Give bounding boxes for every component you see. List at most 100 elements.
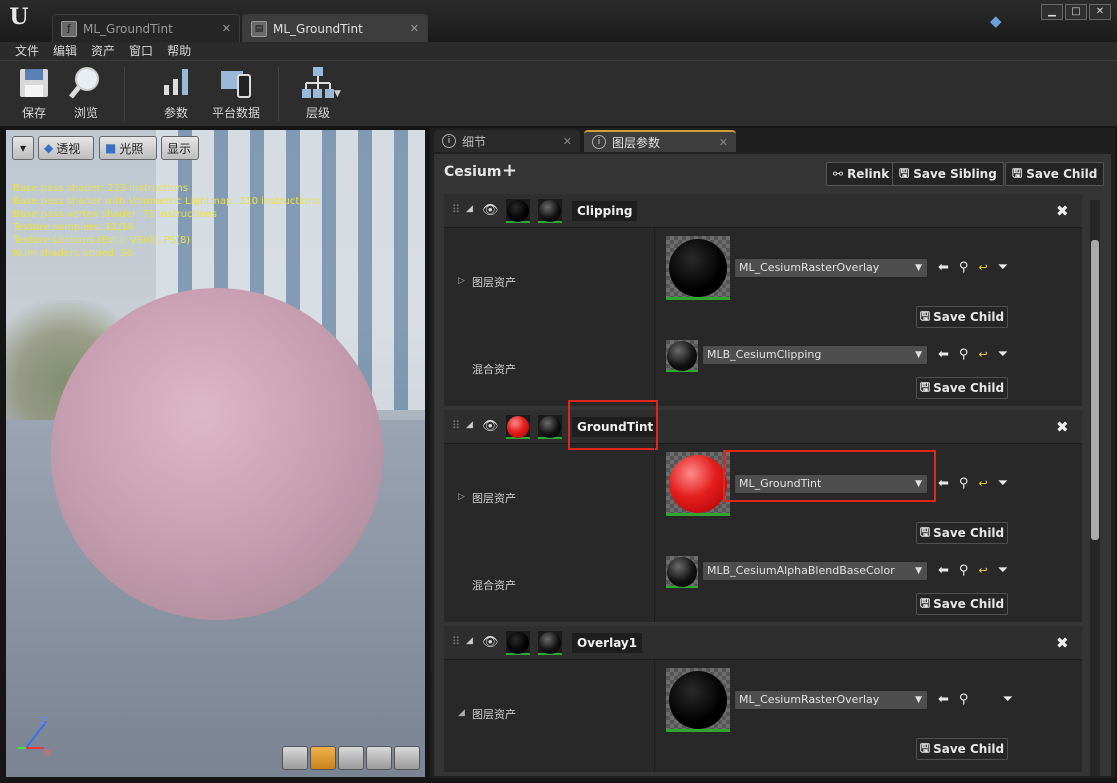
close-icon[interactable]: ✕ [563, 135, 572, 148]
platform-devices-icon [221, 71, 251, 98]
chevron-down-icon[interactable]: ▼ [334, 89, 341, 99]
close-icon[interactable]: ✕ [410, 22, 419, 35]
collapse-arrow-icon[interactable]: ◢ [466, 420, 473, 430]
drag-handle-icon[interactable]: ⠿ [452, 419, 460, 432]
doc-tab-material-layer[interactable]: ▤ ML_GroundTint ✕ [242, 14, 428, 42]
drag-handle-icon[interactable]: ⠿ [452, 203, 460, 216]
blend-asset-label: 混合资产 [472, 363, 516, 376]
visibility-eye-icon[interactable]: 👁 [482, 203, 499, 218]
save-child-button[interactable]: 🖫 Save Child [916, 377, 1008, 399]
save-sibling-button[interactable]: 🖫 Save Sibling [892, 162, 1004, 186]
layer-asset-thumbnail[interactable] [666, 668, 730, 732]
save-child-button[interactable]: 🖫 Save Child [1005, 162, 1105, 186]
save-button[interactable]: 保存 [14, 65, 54, 125]
lit-mode-button[interactable]: ■ 光照 [99, 136, 157, 160]
menu-file[interactable]: 文件 [8, 42, 46, 60]
visibility-eye-icon[interactable]: 👁 [482, 635, 499, 650]
filter-icon[interactable]: ⏷ [998, 476, 1008, 491]
layer-asset-thumbnail[interactable] [666, 236, 730, 300]
drag-handle-icon[interactable]: ⠿ [452, 635, 460, 648]
menu-asset[interactable]: 资产 [84, 42, 122, 60]
layer-groundtint: ⠿ ◢ 👁 GroundTint ✖ ▷ 图层资产 混合资产 ML_Ground… [444, 400, 1082, 622]
relink-button[interactable]: ⚯ Relink [826, 162, 897, 186]
collapse-arrow-icon[interactable]: ◢ [466, 204, 473, 214]
viewport-options-button[interactable]: ▾ [12, 136, 34, 160]
blend-asset-thumbnail[interactable] [666, 340, 698, 372]
remove-layer-icon[interactable]: ✖ [1056, 418, 1069, 436]
filter-icon[interactable]: ⏷ [998, 563, 1008, 578]
platform-data-button[interactable]: 平台数据 [208, 65, 264, 125]
use-selected-arrow-icon[interactable]: ⬅ [938, 260, 949, 275]
blend-asset-combo[interactable]: MLB_CesiumAlphaBlendBaseColor ▼ [702, 561, 928, 581]
remove-layer-icon[interactable]: ✖ [1056, 634, 1069, 652]
blend-asset-combo[interactable]: MLB_CesiumClipping ▼ [702, 345, 928, 365]
browse-search-icon[interactable]: ⚲ [959, 563, 969, 578]
browse-search-icon[interactable]: ⚲ [959, 347, 969, 362]
plane-preview-button[interactable] [338, 746, 364, 770]
reset-to-default-icon[interactable]: ↩ [978, 348, 987, 361]
tab-details[interactable]: i 细节 ✕ [434, 130, 580, 152]
filter-icon[interactable]: ⏷ [998, 347, 1008, 362]
cube-preview-button[interactable] [366, 746, 392, 770]
collapse-arrow-icon[interactable]: ◢ [466, 636, 473, 646]
minimize-button[interactable]: ▁ [1041, 4, 1063, 20]
scrollbar-thumb[interactable] [1091, 240, 1099, 540]
doc-tab-material-function[interactable]: ƒ ML_GroundTint ✕ [52, 14, 240, 42]
vertical-scrollbar[interactable] [1090, 200, 1100, 776]
reset-to-default-icon[interactable]: ↩ [978, 261, 987, 274]
add-layer-button[interactable]: + [502, 160, 517, 181]
expand-arrow-icon[interactable]: ▷ [458, 276, 465, 286]
reset-to-default-icon[interactable]: ↩ [978, 477, 987, 490]
close-window-button[interactable]: ✕ [1089, 4, 1111, 20]
combo-value: MLB_CesiumClipping [707, 348, 822, 361]
toolbar: 保存 浏览 参数 平台数据 层级 ▼ [0, 60, 1117, 126]
perspective-button[interactable]: ◆ 透视 [38, 136, 94, 160]
filter-icon[interactable]: ⏷ [998, 260, 1008, 275]
visibility-eye-icon[interactable]: 👁 [482, 419, 499, 434]
layer-name[interactable]: Clipping [572, 201, 638, 221]
parameters-button[interactable]: 参数 [156, 65, 196, 125]
save-icon: 🖫 [919, 524, 931, 539]
browse-label: 浏览 [73, 106, 98, 120]
reset-to-default-icon[interactable]: ↩ [978, 564, 987, 577]
remove-layer-icon[interactable]: ✖ [1056, 202, 1069, 220]
teapot-preview-button[interactable] [394, 746, 420, 770]
browse-search-icon[interactable]: ⚲ [959, 260, 969, 275]
title-bar: U ƒ ML_GroundTint ✕ ▤ ML_GroundTint ✕ ◆ … [0, 0, 1117, 42]
shader-stats: Base pass shader: 223 instructions Base p… [13, 182, 320, 260]
expand-arrow-icon[interactable]: ▷ [458, 492, 465, 502]
chevron-down-icon: ▼ [915, 695, 922, 705]
tab-layer-parameters[interactable]: i 图层参数 ✕ [584, 130, 736, 152]
collapse-arrow-icon[interactable]: ◢ [458, 708, 465, 718]
menu-edit[interactable]: 编辑 [46, 42, 84, 60]
help-icon[interactable]: ◆ [990, 12, 1008, 30]
use-selected-arrow-icon[interactable]: ⬅ [938, 692, 949, 707]
layer-name[interactable]: Overlay1 [572, 633, 643, 653]
cylinder-preview-button[interactable] [282, 746, 308, 770]
maximize-button[interactable]: □ [1065, 4, 1087, 20]
material-preview-viewport[interactable]: ▾ ◆ 透视 ■ 光照 显示 Base pass shader: 223 instr… [6, 130, 425, 777]
axis-x-label: X [44, 748, 51, 758]
sphere-preview-button[interactable] [310, 746, 336, 770]
save-child-button[interactable]: 🖫 Save Child [916, 593, 1008, 615]
browse-search-icon[interactable]: ⚲ [959, 692, 969, 707]
menu-window[interactable]: 窗口 [122, 42, 160, 60]
use-selected-arrow-icon[interactable]: ⬅ [938, 347, 949, 362]
layer-asset-combo[interactable]: ML_CesiumRasterOverlay ▼ [734, 258, 928, 278]
save-child-button[interactable]: 🖫 Save Child [916, 738, 1008, 760]
blend-asset-thumbnail[interactable] [666, 556, 698, 588]
layer-asset-thumbnail[interactable] [666, 452, 730, 516]
save-child-button[interactable]: 🖫 Save Child [916, 306, 1008, 328]
filter-icon[interactable]: ⏷ [1002, 692, 1012, 707]
preview-sphere [51, 288, 383, 620]
layer-asset-combo[interactable]: ML_CesiumRasterOverlay ▼ [734, 690, 928, 710]
menu-help[interactable]: 帮助 [160, 42, 198, 60]
use-selected-arrow-icon[interactable]: ⬅ [938, 563, 949, 578]
browse-search-icon[interactable]: ⚲ [959, 476, 969, 491]
use-selected-arrow-icon[interactable]: ⬅ [938, 476, 949, 491]
browse-button[interactable]: 浏览 [64, 65, 108, 125]
show-button[interactable]: 显示 [161, 136, 199, 160]
close-icon[interactable]: ✕ [222, 22, 231, 35]
close-icon[interactable]: ✕ [719, 136, 728, 149]
save-child-button[interactable]: 🖫 Save Child [916, 522, 1008, 544]
